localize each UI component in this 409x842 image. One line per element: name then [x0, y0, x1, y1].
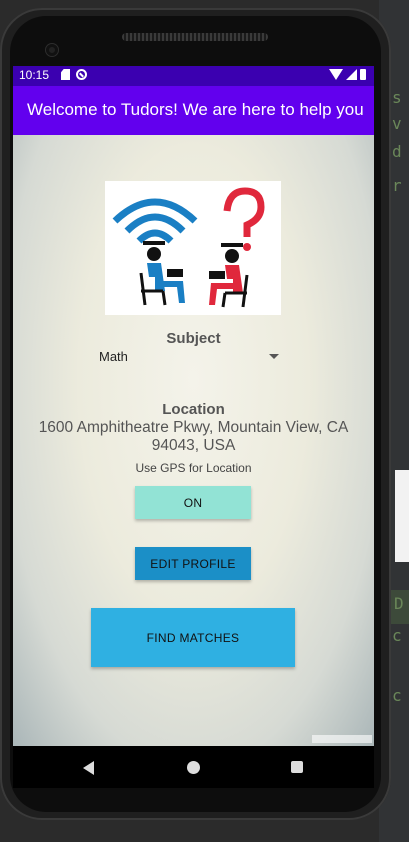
ide-code-fragment: D	[394, 594, 404, 613]
tutoring-logo	[105, 181, 281, 315]
subject-label: Subject	[166, 330, 221, 347]
ide-code-fragment: c	[392, 626, 402, 645]
wifi-icon	[329, 69, 343, 80]
ide-code-fragment: s	[392, 88, 402, 107]
ide-code-fragment: d	[392, 142, 402, 161]
ide-code-fragment: v	[392, 114, 402, 133]
home-icon[interactable]	[187, 761, 200, 774]
chevron-down-icon	[269, 354, 279, 359]
main-content: Subject Math Location 1600 Amphitheatre …	[13, 135, 374, 746]
signal-icon	[346, 69, 357, 80]
edit-profile-button[interactable]: EDIT PROFILE	[135, 547, 251, 580]
status-icons-right	[329, 69, 366, 80]
status-bar: 10:15	[13, 66, 374, 86]
watermark	[312, 735, 372, 743]
app-title: Welcome to Tudors! We are here to help y…	[27, 100, 364, 119]
ide-code-fragment: c	[392, 686, 402, 705]
camera-icon	[46, 44, 58, 56]
status-icons-left	[61, 69, 87, 80]
location-address: 1600 Amphitheatre Pkwy, Mountain View, C…	[38, 419, 349, 454]
navigation-bar	[13, 746, 374, 788]
sd-card-icon	[61, 69, 70, 80]
recents-icon[interactable]	[291, 761, 303, 773]
back-icon[interactable]	[83, 761, 94, 775]
location-label: Location	[162, 401, 225, 418]
speaker-grille	[122, 33, 268, 41]
ide-panel-edge	[395, 470, 409, 562]
ide-code-fragment: r	[392, 176, 402, 195]
status-time: 10:15	[19, 68, 50, 82]
subject-dropdown[interactable]: Math	[99, 347, 279, 367]
device-screen: 10:15 Welcome to Tudors! We are here to …	[13, 66, 374, 788]
subject-selected-value: Math	[99, 349, 128, 364]
gps-toggle-button[interactable]: ON	[135, 486, 251, 519]
find-matches-button[interactable]: FIND MATCHES	[91, 608, 295, 667]
app-bar: Welcome to Tudors! We are here to help y…	[13, 86, 374, 135]
battery-icon	[360, 69, 366, 80]
do-not-disturb-icon	[76, 69, 87, 80]
gps-label: Use GPS for Location	[135, 461, 252, 475]
tutoring-logo-icon	[112, 187, 265, 308]
